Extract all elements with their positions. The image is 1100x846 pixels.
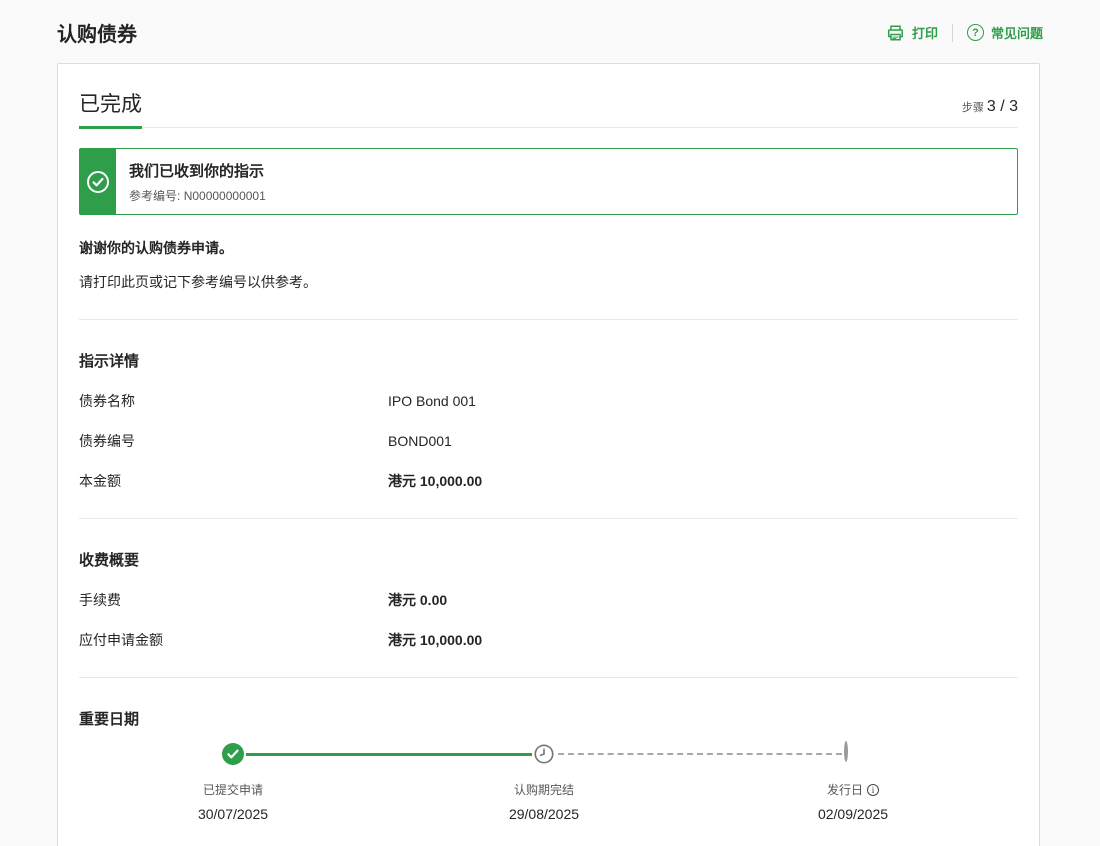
banner-title: 我们已收到你的指示 (129, 163, 265, 180)
reference-value: N00000000001 (183, 189, 266, 203)
field-label-bond-code: 债券编号 (79, 433, 135, 449)
reference-label: 参考编号: (129, 189, 181, 203)
milestone-pending-node (533, 743, 555, 765)
milestone-label-submitted: 已提交申请 30/07/2025 (113, 781, 353, 822)
detail-row: 本金额 港元 10,000.00 (79, 472, 1018, 491)
status-active-underline (79, 126, 142, 129)
dates-timeline: 已提交申请 30/07/2025 认购期完结 29/08/2025 发行日 i … (79, 741, 1018, 845)
clock-icon (533, 743, 555, 765)
field-value-handling-fee: 港元 0.00 (388, 592, 448, 608)
print-button[interactable]: 打印 (886, 23, 938, 42)
section-title-fees: 收费概要 (79, 552, 140, 569)
milestone-date: 29/08/2025 (508, 806, 580, 822)
section-divider (79, 518, 1018, 519)
step-indicator: 步骤 3 / 3 (962, 98, 1018, 118)
milestone-name: 发行日 (826, 783, 863, 797)
detail-row: 债券名称 IPO Bond 001 (79, 392, 1018, 411)
milestone-upcoming-node (844, 741, 848, 762)
section-divider (79, 677, 1018, 678)
printer-icon (886, 24, 905, 42)
print-note-message: 请打印此页或记下参考编号以供参考。 (79, 274, 317, 290)
reference-number: 参考编号: N00000000001 (129, 187, 266, 204)
print-label: 打印 (911, 26, 938, 41)
faq-button[interactable]: ? 常见问题 (966, 23, 1043, 42)
step-value: 3 / 3 (986, 98, 1018, 115)
status-heading-row: 已完成 步骤 3 / 3 (79, 64, 1018, 129)
field-value-bond-code: BOND001 (388, 433, 452, 449)
milestone-completed-node (222, 743, 244, 765)
important-dates-section: 重要日期 已提交申请 30/07/2025 认购期完结 29/08/2025 发… (79, 708, 1018, 845)
detail-row: 应付申请金额 港元 10,000.00 (79, 631, 1018, 650)
step-label: 步骤 (961, 102, 984, 114)
detail-row: 债券编号 BOND001 (79, 432, 1018, 451)
milestone-label-issue-date: 发行日 i 02/09/2025 (733, 781, 973, 822)
success-banner-band (80, 149, 116, 214)
detail-row: 手续费 港元 0.00 (79, 591, 1018, 610)
field-value-principal: 港元 10,000.00 (388, 473, 483, 489)
check-circle-icon (222, 743, 244, 765)
confirmation-card: 已完成 步骤 3 / 3 我们已收到你的指示 参考编号: N00000000001… (57, 63, 1040, 846)
field-value-bond-name: IPO Bond 001 (388, 393, 476, 409)
thanks-message: 谢谢你的认购债券申请。 (79, 240, 233, 256)
question-circle-icon: ? (966, 24, 984, 41)
faq-label: 常见问题 (990, 26, 1043, 41)
page-header: 认购债券 打印 ? 常见问题 (0, 0, 1100, 63)
header-actions: 打印 ? 常见问题 (886, 23, 1043, 42)
timeline-segment-completed (246, 753, 532, 756)
instruction-details-section: 指示详情 债券名称 IPO Bond 001 债券编号 BOND001 本金额 … (79, 350, 1018, 491)
success-banner: 我们已收到你的指示 参考编号: N00000000001 (79, 148, 1018, 215)
actions-separator (951, 23, 953, 42)
check-circle-icon (86, 170, 110, 194)
section-title-dates: 重要日期 (79, 711, 140, 728)
info-icon[interactable]: i (867, 783, 879, 796)
field-value-payable-amount: 港元 10,000.00 (388, 632, 483, 648)
field-label-payable-amount: 应付申请金额 (79, 632, 163, 648)
empty-circle-icon (844, 741, 848, 762)
field-label-bond-name: 债券名称 (79, 393, 135, 409)
success-banner-body: 我们已收到你的指示 参考编号: N00000000001 (116, 149, 276, 214)
milestone-date: 02/09/2025 (817, 806, 889, 822)
fee-summary-section: 收费概要 手续费 港元 0.00 应付申请金额 港元 10,000.00 (79, 549, 1018, 650)
milestone-label-subscription-end: 认购期完结 29/08/2025 (424, 781, 664, 822)
section-title-instruction: 指示详情 (79, 353, 140, 370)
milestone-name: 已提交申请 (202, 783, 263, 797)
section-divider (79, 319, 1018, 320)
status-title: 已完成 (79, 93, 142, 116)
field-label-handling-fee: 手续费 (79, 592, 121, 608)
milestone-name: 认购期完结 (513, 783, 574, 797)
field-label-principal: 本金额 (79, 473, 121, 489)
timeline-segment-upcoming (558, 753, 842, 755)
page-title: 认购债券 (57, 24, 137, 46)
milestone-date: 30/07/2025 (197, 806, 269, 822)
